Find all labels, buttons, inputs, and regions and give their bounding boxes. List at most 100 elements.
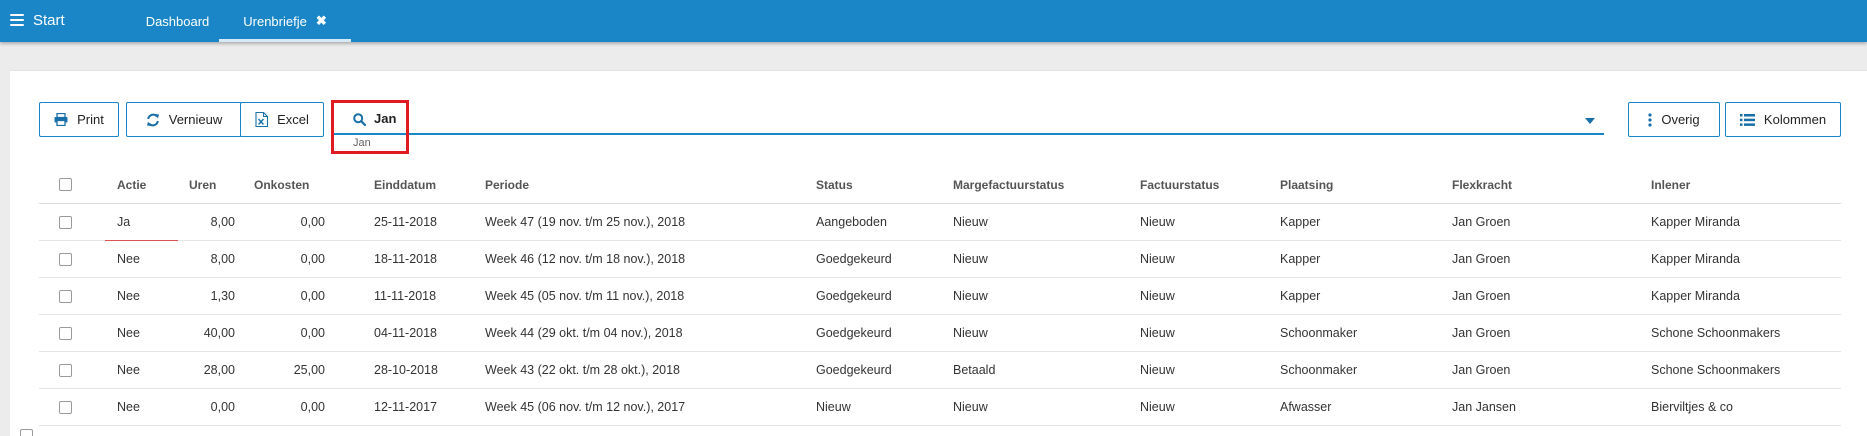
cell-margefactuurstatus: Nieuw bbox=[953, 252, 988, 266]
cell-periode: Week 43 (22 okt. t/m 28 okt.), 2018 bbox=[485, 363, 681, 377]
cell-flexkracht: Jan Groen bbox=[1452, 326, 1511, 340]
tab-urenbriefje-label: Urenbriefje bbox=[243, 13, 307, 29]
cell-einddatum: 18-11-2018 bbox=[374, 252, 438, 266]
cell-factuurstatus: Nieuw bbox=[1140, 252, 1175, 266]
row-checkbox-cell bbox=[59, 278, 75, 314]
row-checkbox[interactable] bbox=[59, 400, 72, 414]
print-button[interactable]: Print bbox=[39, 102, 119, 137]
row-checkbox-cell bbox=[59, 204, 75, 240]
cell-uren: 28,00 bbox=[203, 363, 235, 377]
cell-periode: Week 47 (19 nov. t/m 25 nov.), 2018 bbox=[485, 215, 686, 229]
kolommen-label: Kolommen bbox=[1763, 112, 1827, 127]
cell-status: Goedgekeurd bbox=[816, 326, 892, 340]
row-checkbox-cell bbox=[59, 315, 75, 351]
cell-einddatum: 12-11-2017 bbox=[374, 400, 438, 414]
cell-periode: Week 45 (05 nov. t/m 11 nov.), 2018 bbox=[485, 289, 685, 303]
row-checkbox[interactable] bbox=[20, 429, 33, 436]
cell-factuurstatus: Nieuw bbox=[1140, 400, 1175, 414]
cell-actie[interactable]: Nee bbox=[117, 278, 177, 314]
top-navigation-bar: Start Dashboard Urenbriefje ✖ bbox=[0, 0, 1867, 42]
search-input-underline bbox=[333, 133, 1604, 135]
cell-onkosten: 0,00 bbox=[300, 400, 325, 414]
table-row[interactable]: Nee 0,00 0,00 12-11-2017 Week 45 (06 nov… bbox=[39, 389, 1841, 426]
cell-factuurstatus: Nieuw bbox=[1140, 215, 1175, 229]
row-checkbox-cell bbox=[59, 241, 75, 277]
cell-onkosten: 0,00 bbox=[300, 215, 325, 229]
hamburger-menu-icon bbox=[10, 14, 24, 26]
column-header-margefactuurstatus[interactable]: Margefactuurstatus bbox=[953, 166, 1093, 203]
cell-uren: 8,00 bbox=[210, 252, 235, 266]
cell-uren: 1,30 bbox=[210, 289, 235, 303]
table-row[interactable]: Nee 8,00 0,00 18-11-2018 Week 46 (12 nov… bbox=[39, 241, 1841, 278]
close-tab-icon[interactable]: ✖ bbox=[316, 13, 327, 29]
cell-plaatsing: Kapper bbox=[1280, 252, 1321, 266]
vernieuw-label: Vernieuw bbox=[168, 112, 223, 127]
row-checkbox[interactable] bbox=[59, 363, 72, 377]
search-suggestion[interactable]: Jan bbox=[353, 137, 371, 149]
cell-einddatum: 28-10-2018 bbox=[374, 363, 438, 377]
cell-margefactuurstatus: Nieuw bbox=[953, 400, 988, 414]
kolommen-button[interactable]: Kolommen bbox=[1725, 102, 1841, 137]
tab-dashboard[interactable]: Dashboard bbox=[120, 0, 235, 42]
cell-inlener: Schone Schoonmakers bbox=[1651, 326, 1781, 340]
row-checkbox[interactable] bbox=[59, 289, 72, 303]
column-header-periode[interactable]: Periode bbox=[485, 166, 755, 203]
column-header-factuurstatus[interactable]: Factuurstatus bbox=[1140, 166, 1250, 203]
search-icon bbox=[353, 113, 366, 126]
printer-icon bbox=[54, 113, 68, 126]
start-menu-button[interactable]: Start bbox=[10, 9, 65, 31]
cell-onkosten: 0,00 bbox=[300, 252, 325, 266]
column-header-plaatsing[interactable]: Plaatsing bbox=[1280, 166, 1400, 203]
table-row[interactable]: Ja 8,00 0,00 25-11-2018 Week 47 (19 nov.… bbox=[39, 204, 1841, 241]
column-header-inlener[interactable]: Inlener bbox=[1651, 166, 1841, 203]
cell-periode: Week 46 (12 nov. t/m 18 nov.), 2018 bbox=[485, 252, 686, 266]
cell-actie[interactable]: Nee bbox=[117, 315, 177, 351]
cell-status: Aangeboden bbox=[816, 215, 887, 229]
cell-actie[interactable]: Ja bbox=[117, 204, 177, 240]
cell-plaatsing: Kapper bbox=[1280, 289, 1321, 303]
search-input[interactable]: Jan bbox=[374, 111, 396, 126]
cell-plaatsing: Schoonmaker bbox=[1280, 326, 1358, 340]
row-checkbox-cell bbox=[59, 352, 75, 388]
search-dropdown-caret-icon[interactable] bbox=[1585, 118, 1595, 124]
column-header-uren[interactable]: Uren bbox=[189, 166, 235, 203]
refresh-icon bbox=[146, 113, 160, 127]
cell-periode: Week 44 (29 okt. t/m 04 nov.), 2018 bbox=[485, 326, 683, 340]
row-checkbox[interactable] bbox=[59, 326, 72, 340]
excel-label: Excel bbox=[277, 112, 309, 127]
column-header-einddatum[interactable]: Einddatum bbox=[374, 166, 474, 203]
column-header-actie[interactable]: Actie bbox=[117, 166, 177, 203]
tab-urenbriefje[interactable]: Urenbriefje ✖ bbox=[219, 0, 351, 42]
overig-button[interactable]: Overig bbox=[1628, 102, 1720, 137]
cell-actie[interactable]: Nee bbox=[117, 241, 177, 277]
cell-actie[interactable]: Nee bbox=[117, 352, 177, 388]
cell-status: Goedgekeurd bbox=[816, 363, 892, 377]
table-row[interactable]: Nee 40,00 0,00 04-11-2018 Week 44 (29 ok… bbox=[39, 315, 1841, 352]
overig-label: Overig bbox=[1661, 112, 1700, 127]
cell-uren: 8,00 bbox=[210, 215, 235, 229]
cell-factuurstatus: Nieuw bbox=[1140, 326, 1175, 340]
row-checkbox[interactable] bbox=[59, 215, 72, 229]
cell-actie[interactable]: Nee bbox=[117, 389, 177, 425]
cell-onkosten: 25,00 bbox=[293, 363, 325, 377]
table-row[interactable]: Nee 28,00 25,00 28-10-2018 Week 43 (22 o… bbox=[39, 352, 1841, 389]
cell-onkosten: 0,00 bbox=[300, 326, 325, 340]
cell-margefactuurstatus: Nieuw bbox=[953, 326, 988, 340]
table-row[interactable]: Nee 1,30 0,00 11-11-2018 Week 45 (05 nov… bbox=[39, 278, 1841, 315]
cell-einddatum: 11-11-2018 bbox=[374, 289, 437, 303]
cell-status: Goedgekeurd bbox=[816, 289, 892, 303]
cell-flexkracht: Jan Groen bbox=[1452, 252, 1511, 266]
cell-factuurstatus: Nieuw bbox=[1140, 289, 1175, 303]
cell-einddatum: 25-11-2018 bbox=[374, 215, 438, 229]
cell-onkosten: 0,00 bbox=[300, 289, 325, 303]
vernieuw-button[interactable]: Vernieuw bbox=[126, 102, 242, 137]
excel-button[interactable]: Excel bbox=[240, 102, 324, 137]
cell-plaatsing: Schoonmaker bbox=[1280, 363, 1358, 377]
column-header-onkosten[interactable]: Onkosten bbox=[254, 166, 325, 203]
column-header-flexkracht[interactable]: Flexkracht bbox=[1452, 166, 1572, 203]
column-header-status[interactable]: Status bbox=[816, 166, 926, 203]
main-panel: Print Vernieuw Excel Jan Jan Overig Kolo… bbox=[10, 70, 1867, 436]
print-label: Print bbox=[77, 112, 104, 127]
row-checkbox[interactable] bbox=[59, 252, 72, 266]
select-all-checkbox[interactable] bbox=[59, 178, 72, 191]
